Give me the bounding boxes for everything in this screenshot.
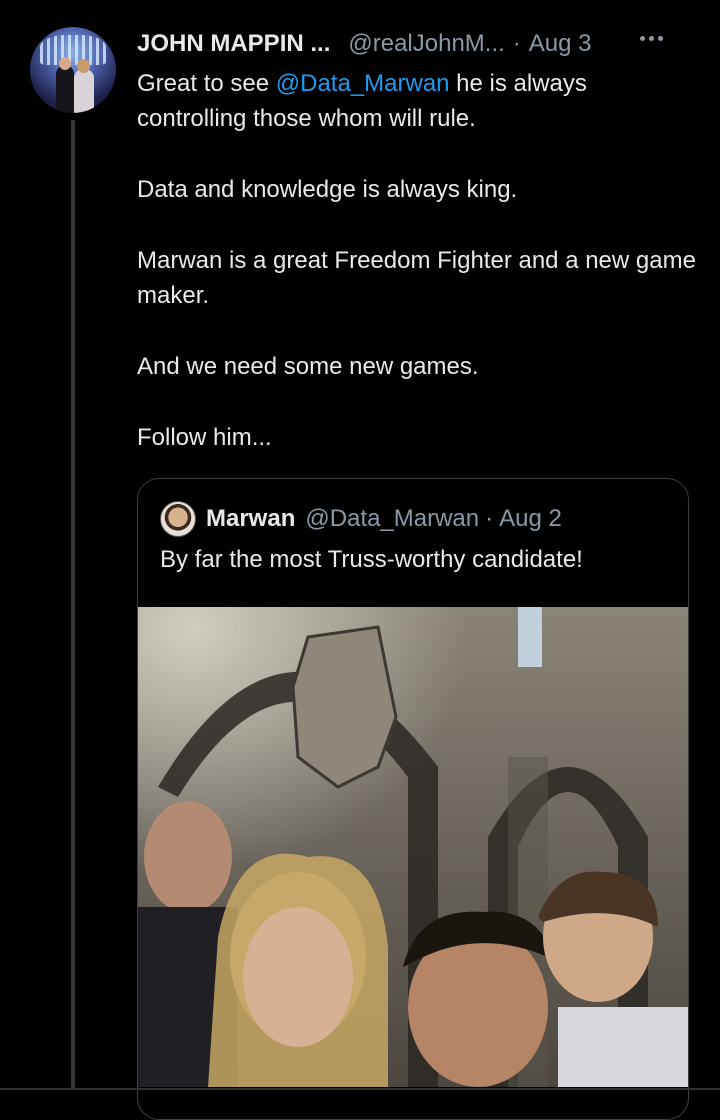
- avatar-figure-man: [56, 65, 74, 113]
- photo-person-left-head: [144, 801, 232, 913]
- quoted-tweet-date[interactable]: Aug 2: [499, 505, 562, 533]
- avatar-figure-man-head: [59, 57, 71, 70]
- tweet-paragraph-2: Data and knowledge is always king.: [137, 176, 518, 203]
- more-dot-1: [640, 36, 645, 41]
- tweet-text-prefix: Great to see: [137, 70, 276, 97]
- more-dot-3: [658, 36, 663, 41]
- separator-dot: ·: [512, 30, 521, 57]
- avatar-figure-woman-head: [77, 59, 90, 73]
- author-avatar[interactable]: [30, 27, 116, 113]
- photo-illustration: [138, 607, 688, 1087]
- photo-woman-face-inner: [243, 907, 353, 1047]
- photo-coat-of-arms: [291, 625, 398, 789]
- mention-link[interactable]: @Data_Marwan: [276, 70, 450, 97]
- avatar-stage-lights: [40, 35, 106, 65]
- more-horizontal-icon[interactable]: [640, 36, 663, 41]
- quoted-separator-dot: ·: [485, 505, 494, 532]
- tweet-header: JOHN MAPPIN ... @realJohnM... · Aug 3: [137, 28, 697, 60]
- tweet-date[interactable]: Aug 3: [529, 30, 592, 58]
- photo-window-light: [518, 607, 542, 667]
- quoted-tweet[interactable]: Marwan @Data_Marwan · Aug 2 By far the m…: [137, 478, 689, 1120]
- quoted-tweet-photo[interactable]: [138, 607, 688, 1087]
- tweet-paragraph-1: Great to see @Data_Marwan he is always c…: [137, 66, 697, 136]
- tweet-paragraph-5: Follow him...: [137, 424, 272, 451]
- avatar-figure-woman: [74, 69, 94, 113]
- photo-man-right-shirt: [558, 1007, 688, 1087]
- quoted-author-name[interactable]: Marwan: [206, 505, 295, 533]
- author-name[interactable]: JOHN MAPPIN ...: [137, 30, 330, 58]
- author-handle[interactable]: @realJohnM...: [348, 30, 504, 58]
- tweet-paragraph-3: Marwan is a great Freedom Fighter and a …: [137, 247, 696, 309]
- quoted-tweet-text: By far the most Truss-worthy candidate!: [160, 546, 583, 573]
- tweet-body: Great to see @Data_Marwan he is always c…: [137, 66, 697, 455]
- thread-connector-line: [71, 120, 75, 1088]
- more-dot-2: [649, 36, 654, 41]
- quoted-author-avatar[interactable]: [160, 501, 196, 537]
- divider: [0, 1088, 720, 1090]
- quoted-tweet-header: Marwan @Data_Marwan · Aug 2: [160, 501, 562, 537]
- tweet-paragraph-4: And we need some new games.: [137, 353, 479, 380]
- quoted-author-handle[interactable]: @Data_Marwan: [305, 505, 479, 533]
- tweet[interactable]: JOHN MAPPIN ... @realJohnM... · Aug 3 Gr…: [0, 0, 720, 1120]
